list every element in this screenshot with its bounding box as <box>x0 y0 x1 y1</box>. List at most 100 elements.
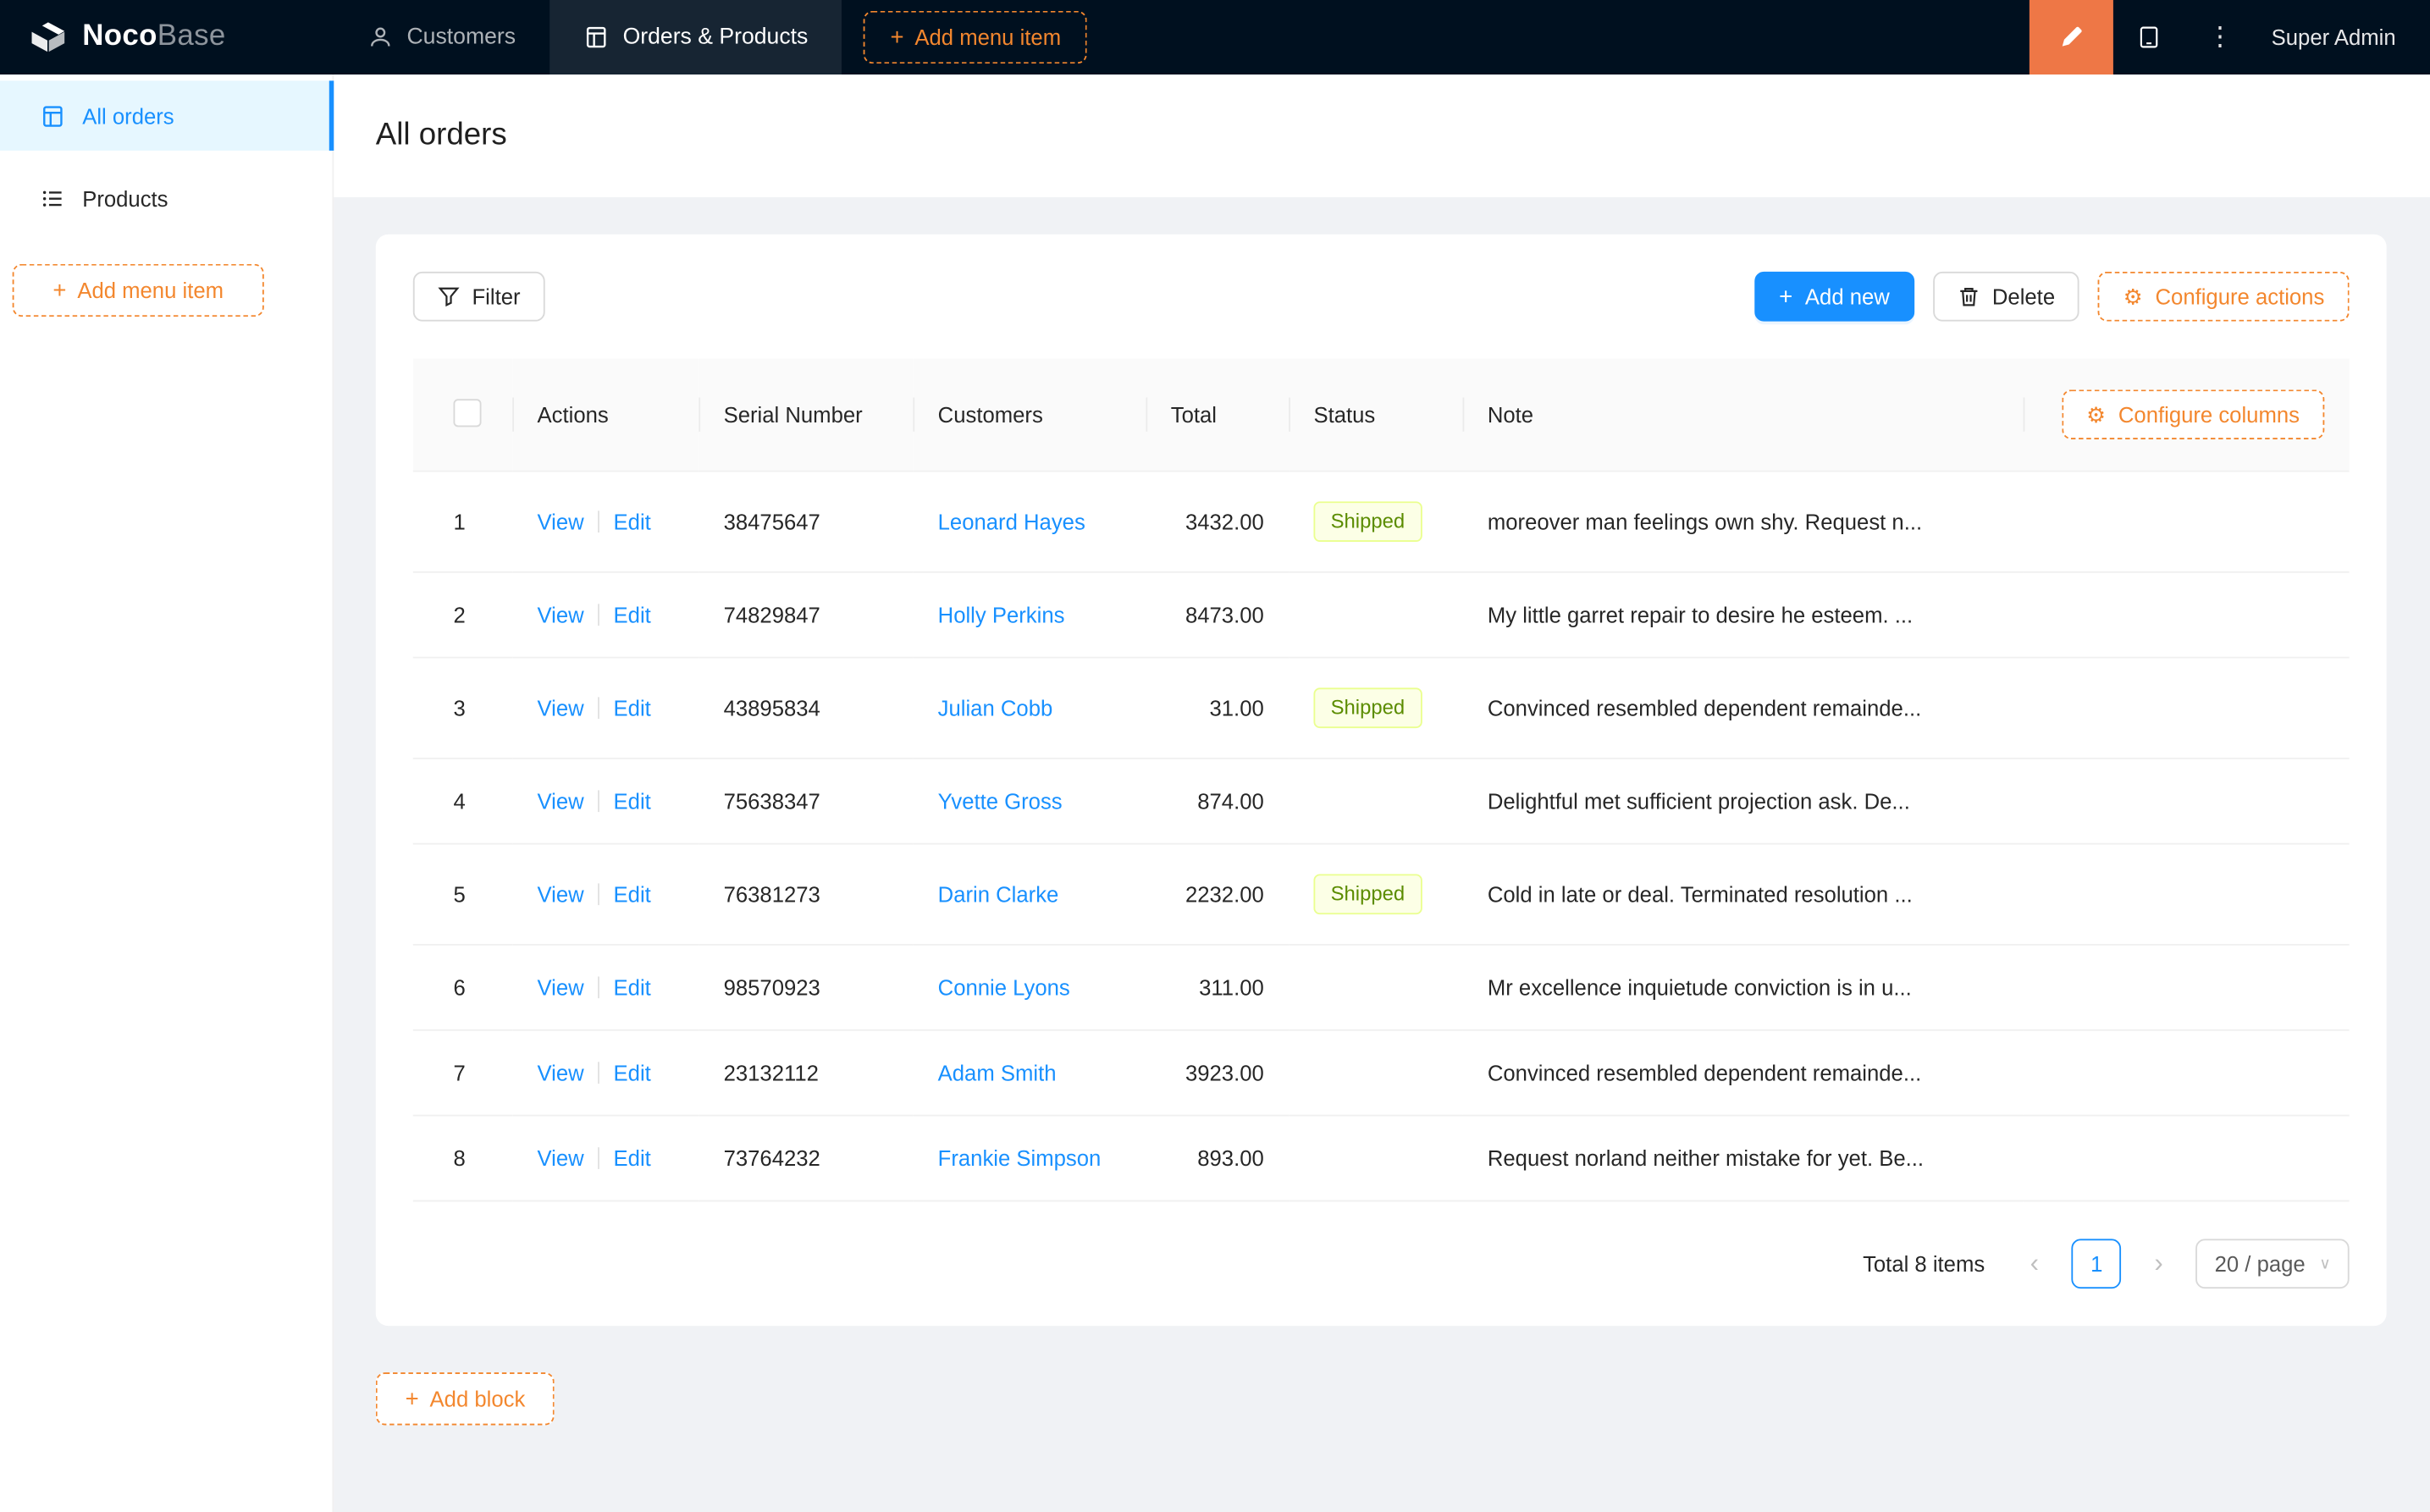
orders-file-icon <box>41 103 65 128</box>
page-size-value: 20 / page <box>2214 1251 2306 1277</box>
table-body: 1 View Edit 38475647 Leonard Hayes 3432.0… <box>412 471 2350 1202</box>
filter-button[interactable]: Filter <box>412 271 545 322</box>
customer-link[interactable]: Holly Perkins <box>938 603 1065 627</box>
row-index: 6 <box>453 974 466 1001</box>
view-link[interactable]: View <box>538 882 584 907</box>
column-header-serial-number: Serial Number <box>699 358 914 472</box>
customer-link[interactable]: Leonard Hayes <box>938 510 1085 534</box>
customer-link[interactable]: Julian Cobb <box>938 696 1053 720</box>
edit-link[interactable]: Edit <box>614 975 651 1000</box>
sidebar-item-label: Products <box>82 185 168 211</box>
view-link[interactable]: View <box>538 696 584 720</box>
customers-icon <box>368 25 393 49</box>
nocobase-logo-icon <box>28 20 69 54</box>
gear-icon: ⚙ <box>2123 284 2143 309</box>
view-link[interactable]: View <box>538 510 584 534</box>
configure-actions-button[interactable]: ⚙ Configure actions <box>2098 271 2350 322</box>
serial-number: 98570923 <box>723 974 820 1001</box>
add-block-label: Add block <box>429 1386 526 1411</box>
navbar-add-menu-item-button[interactable]: + Add menu item <box>864 10 1088 64</box>
prev-page-button[interactable]: ‹ <box>2010 1239 2060 1289</box>
total-value: 31.00 <box>1209 695 1264 720</box>
configure-columns-button[interactable]: ⚙ Configure columns <box>2061 389 2325 439</box>
plus-icon: + <box>1779 283 1793 310</box>
plus-icon: + <box>890 24 904 51</box>
column-header-total: Total <box>1146 358 1290 472</box>
view-link[interactable]: View <box>538 789 584 814</box>
configure-columns-label: Configure columns <box>2118 401 2300 428</box>
page-number-button[interactable]: 1 <box>2071 1239 2122 1289</box>
row-index: 8 <box>453 1145 466 1171</box>
app: NocoBase Customers Orders & Products + A… <box>0 0 2430 1512</box>
table-row: 5 View Edit 76381273 Darin Clarke 2232.00… <box>412 843 2350 946</box>
nav-item-orders-products[interactable]: Orders & Products <box>550 0 842 75</box>
serial-number: 38475647 <box>723 509 820 534</box>
serial-number: 75638347 <box>723 788 820 814</box>
nocobase-logo[interactable]: NocoBase <box>0 0 334 74</box>
total-value: 874.00 <box>1197 788 1264 814</box>
filter-icon <box>438 285 460 307</box>
table-row: 1 View Edit 38475647 Leonard Hayes 3432.0… <box>412 471 2350 573</box>
next-page-button[interactable]: › <box>2134 1239 2184 1289</box>
top-navbar: NocoBase Customers Orders & Products + A… <box>0 0 2430 75</box>
sidebar-item-all-orders[interactable]: All orders <box>0 80 334 151</box>
view-link[interactable]: View <box>538 1145 584 1170</box>
edit-link[interactable]: Edit <box>614 603 651 627</box>
view-link[interactable]: View <box>538 975 584 1000</box>
table-row: 4 View Edit 75638347 Yvette Gross 874.00 … <box>412 758 2350 845</box>
sidebar: All orders Products + Add menu item <box>0 74 334 1512</box>
select-all-checkbox[interactable] <box>453 398 482 427</box>
actions-divider <box>598 697 600 720</box>
edit-link[interactable]: Edit <box>614 510 651 534</box>
customer-link[interactable]: Adam Smith <box>938 1061 1057 1085</box>
edit-link[interactable]: Edit <box>614 696 651 720</box>
actions-divider <box>598 604 600 626</box>
edit-link[interactable]: Edit <box>614 1145 651 1170</box>
column-header-status: Status <box>1289 358 1463 472</box>
sidebar-item-products[interactable]: Products <box>0 163 332 234</box>
nav-item-customers[interactable]: Customers <box>334 0 550 74</box>
sidebar-add-menu-item-button[interactable]: + Add menu item <box>12 263 264 317</box>
prev-icon: ‹ <box>2030 1248 2040 1278</box>
customer-link[interactable]: Frankie Simpson <box>938 1145 1102 1170</box>
edit-link[interactable]: Edit <box>614 1061 651 1085</box>
total-value: 2232.00 <box>1185 881 1264 907</box>
view-link[interactable]: View <box>538 1061 584 1085</box>
customer-link[interactable]: Yvette Gross <box>938 789 1063 814</box>
content: Filter + Add new Delete ⚙ Configure acti… <box>334 197 2430 1512</box>
add-menu-item-label: Add menu item <box>914 25 1062 50</box>
total-value: 311.00 <box>1199 974 1264 1001</box>
edit-link[interactable]: Edit <box>614 789 651 814</box>
customer-link[interactable]: Connie Lyons <box>938 975 1070 1000</box>
note-text: Convinced resembled dependent remainde..… <box>1487 695 1922 720</box>
actions-divider <box>598 510 600 533</box>
ui-editor-button[interactable] <box>2029 0 2113 75</box>
more-actions-button[interactable]: ⋮ <box>2184 0 2256 74</box>
edit-link[interactable]: Edit <box>614 882 651 907</box>
serial-number: 76381273 <box>723 881 820 907</box>
note-text: Cold in late or deal. Terminated resolut… <box>1487 881 1913 907</box>
ellipsis-icon: ⋮ <box>2206 21 2234 52</box>
orders-table: Actions Serial Number Customers Total St… <box>412 358 2350 1202</box>
delete-button[interactable]: Delete <box>1933 271 2080 322</box>
pagination: Total 8 items ‹ 1 › 20 / page ∨ <box>413 1239 2350 1289</box>
table-header-row: Actions Serial Number Customers Total St… <box>412 358 2350 472</box>
customer-link[interactable]: Darin Clarke <box>938 882 1059 907</box>
add-new-button[interactable]: + Add new <box>1753 271 1915 322</box>
page-size-select[interactable]: 20 / page ∨ <box>2195 1239 2350 1289</box>
gear-icon: ⚙ <box>2086 401 2107 428</box>
total-value: 3432.00 <box>1185 509 1264 534</box>
row-index: 7 <box>453 1060 466 1085</box>
column-header-actions: Actions <box>512 358 699 472</box>
main-area: All orders Filter + Add new Delete ⚙ Con… <box>334 74 2430 1512</box>
page-header: All orders <box>334 74 2430 197</box>
view-link[interactable]: View <box>538 603 584 627</box>
plus-icon: + <box>405 1385 419 1412</box>
status-tag: Shipped <box>1313 687 1422 729</box>
user-name: Super Admin <box>2271 25 2396 50</box>
mobile-client-button[interactable] <box>2113 0 2184 74</box>
user-menu[interactable]: Super Admin <box>2256 0 2430 74</box>
add-new-label: Add new <box>1804 284 1890 309</box>
add-block-button[interactable]: + Add block <box>375 1372 555 1426</box>
note-text: moreover man feelings own shy. Request n… <box>1487 509 1923 534</box>
